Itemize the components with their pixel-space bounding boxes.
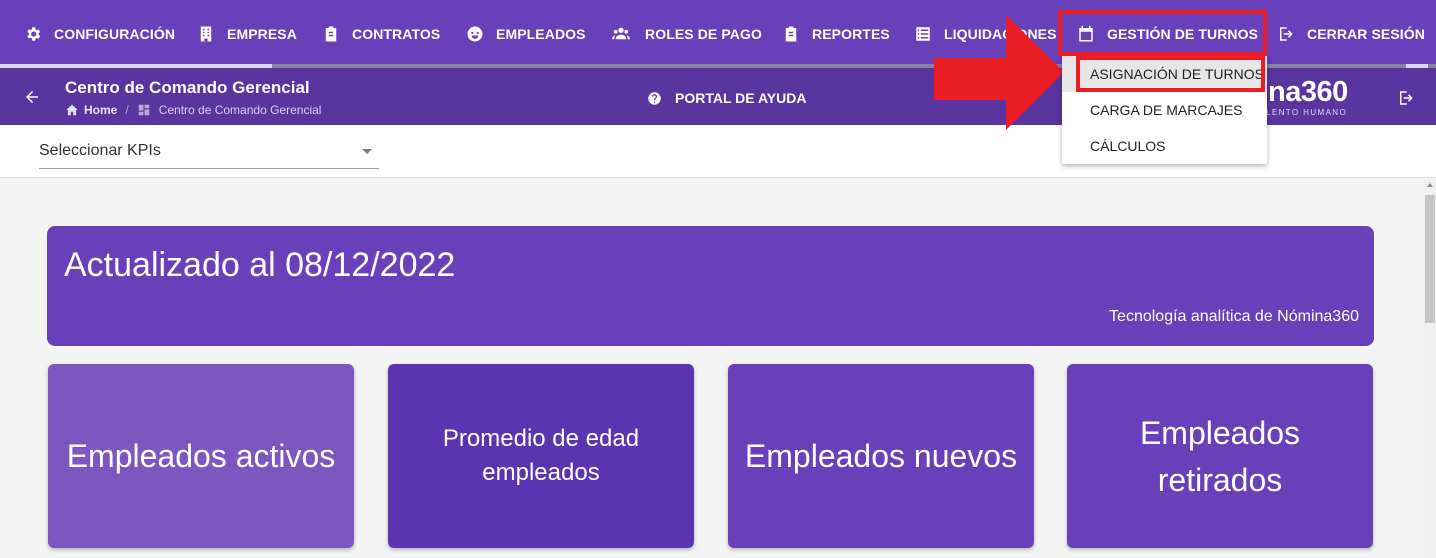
gear-icon: [27, 27, 41, 41]
kpi-select-label: Seleccionar KPIs: [39, 142, 161, 159]
help-label: PORTAL DE AYUDA: [675, 90, 807, 106]
clipboard-icon: [785, 26, 797, 42]
menu-item-calculos[interactable]: CÁLCULOS: [1062, 128, 1267, 164]
banner-title: Actualizado al 08/12/2022: [64, 246, 456, 284]
chevron-down-icon: [362, 149, 372, 154]
logout-icon[interactable]: [1397, 89, 1415, 107]
help-icon: [648, 91, 661, 105]
list-icon: [916, 27, 930, 41]
breadcrumb-home[interactable]: Home: [84, 103, 117, 117]
nav-label: CERRAR SESIÓN: [1307, 26, 1425, 42]
nav-reportes[interactable]: REPORTES: [782, 0, 890, 68]
highlight-box-nav: [1058, 10, 1267, 56]
vertical-scrollbar[interactable]: [1424, 179, 1436, 558]
face-icon: [467, 26, 483, 42]
nav-label: CONTRATOS: [352, 26, 441, 42]
breadcrumb-current: Centro de Comando Gerencial: [158, 103, 322, 117]
home-icon: [66, 104, 78, 116]
kpi-card-empleados-nuevos[interactable]: Empleados nuevos: [728, 364, 1034, 548]
nav-label: EMPRESA: [227, 26, 297, 42]
page-title: Centro de Comando Gerencial: [65, 78, 310, 97]
logout-icon: [1280, 27, 1293, 41]
scrollbar-thumb[interactable]: [1425, 195, 1435, 323]
card-label: retirados: [1157, 462, 1283, 498]
card-label: empleados: [482, 459, 600, 486]
nav-label: EMPLEADOS: [496, 26, 586, 42]
dashboard-icon: [138, 104, 149, 116]
back-arrow-icon[interactable]: [23, 88, 41, 106]
nav-empresa[interactable]: EMPRESA: [197, 0, 297, 68]
annotation-arrow: [934, 15, 1064, 130]
brand-logo: na360: [1268, 76, 1348, 108]
card-label: Empleados activos: [66, 437, 336, 474]
nav-contratos[interactable]: CONTRATOS: [322, 0, 440, 68]
kpi-card-empleados-retirados[interactable]: Empleados retirados: [1067, 364, 1373, 548]
nav-label: REPORTES: [812, 26, 890, 42]
menu-item-label: CARGA DE MARCAJES: [1090, 102, 1243, 118]
card-label: Empleados nuevos: [744, 437, 1018, 474]
menu-item-label: CÁLCULOS: [1090, 138, 1166, 154]
building-icon: [200, 26, 212, 42]
banner-subtitle: Tecnología analítica de Nómina360: [1109, 308, 1359, 325]
update-banner: Actualizado al 08/12/2022 Tecnología ana…: [47, 226, 1374, 346]
highlight-box-menu-item: [1076, 56, 1265, 92]
breadcrumb-separator: /: [125, 103, 129, 117]
card-label: Promedio de edad: [442, 425, 640, 452]
card-label: Empleados: [1139, 415, 1301, 451]
breadcrumb: Home / Centro de Comando Gerencial: [65, 103, 321, 117]
help-portal-link[interactable]: PORTAL DE AYUDA: [647, 90, 806, 106]
scroll-up-icon[interactable]: [1427, 183, 1433, 187]
kpi-card-empleados-activos[interactable]: Empleados activos: [48, 364, 354, 548]
clipboard-icon: [325, 26, 337, 42]
nav-label: CONFIGURACIÓN: [54, 26, 176, 42]
brand-tagline: LENTO HUMANO: [1266, 108, 1348, 117]
nav-empleados[interactable]: EMPLEADOS: [466, 0, 586, 68]
kpi-card-promedio-edad[interactable]: Promedio de edad empleados: [388, 364, 694, 548]
kpi-select[interactable]: Seleccionar KPIs: [39, 142, 379, 169]
nav-label: ROLES DE PAGO: [645, 26, 762, 42]
menu-item-carga-marcajes[interactable]: CARGA DE MARCAJES: [1062, 92, 1267, 128]
nav-configuracion[interactable]: CONFIGURACIÓN: [24, 0, 175, 68]
nav-roles-de-pago[interactable]: ROLES DE PAGO: [609, 0, 762, 68]
nav-cerrar-sesion[interactable]: CERRAR SESIÓN: [1277, 0, 1425, 68]
people-icon: [612, 27, 630, 40]
